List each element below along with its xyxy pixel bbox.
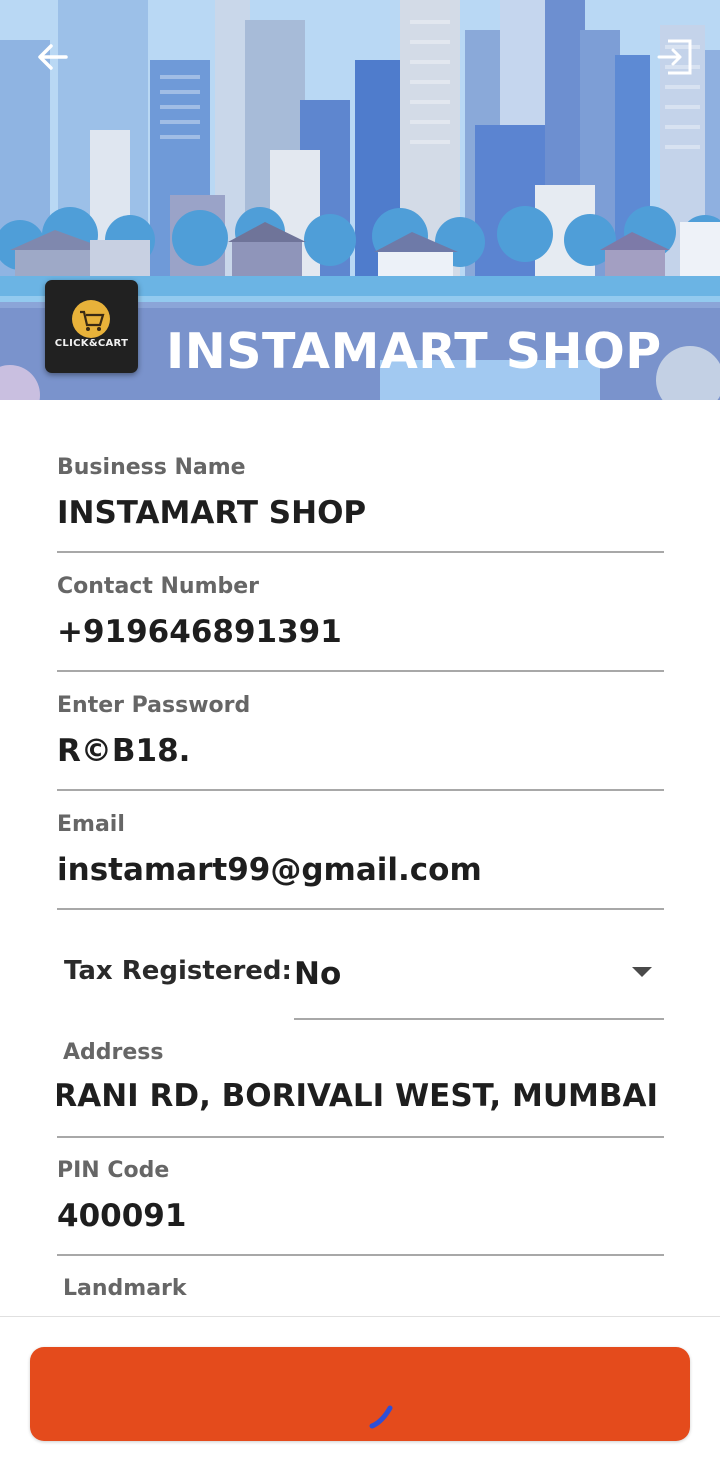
- contact-number-field[interactable]: Contact Number +919646891391: [57, 574, 664, 672]
- header-banner: CLICK&CART INSTAMART SHOP: [0, 0, 720, 400]
- business-name-label: Business Name: [57, 455, 246, 480]
- email-field[interactable]: Email instamart99@gmail.com: [57, 812, 664, 910]
- email-label: Email: [57, 812, 125, 837]
- logo-text: CLICK&CART: [54, 338, 129, 349]
- tax-registered-label: Tax Registered:: [64, 956, 292, 986]
- landmark-label: Landmark: [63, 1276, 187, 1301]
- business-name-input[interactable]: INSTAMART SHOP: [57, 495, 366, 531]
- password-label: Enter Password: [57, 693, 251, 718]
- tax-registered-value: No: [294, 956, 342, 992]
- shop-logo: CLICK&CART: [45, 280, 138, 373]
- logout-button[interactable]: [650, 32, 700, 82]
- chevron-down-icon: [632, 967, 652, 977]
- back-button[interactable]: [30, 34, 76, 80]
- cart-icon: [72, 300, 110, 338]
- password-field[interactable]: Enter Password R©B18.: [57, 693, 664, 791]
- password-input[interactable]: R©B18.: [57, 733, 190, 769]
- loading-spinner-icon: [369, 1405, 393, 1429]
- business-name-field[interactable]: Business Name INSTAMART SHOP: [57, 455, 664, 553]
- pin-code-label: PIN Code: [57, 1158, 170, 1183]
- shop-title: INSTAMART SHOP: [166, 323, 662, 380]
- address-label: Address: [63, 1040, 164, 1065]
- address-field[interactable]: Address GORANI RD, BORIVALI WEST, MUMBAI: [57, 1040, 664, 1138]
- tax-registered-select[interactable]: No: [294, 944, 664, 1020]
- email-input[interactable]: instamart99@gmail.com: [57, 852, 482, 888]
- arrow-left-icon: [38, 44, 68, 70]
- pin-code-input[interactable]: 400091: [57, 1198, 186, 1234]
- logout-icon: [657, 39, 692, 75]
- address-input[interactable]: GORANI RD, BORIVALI WEST, MUMBAI: [57, 1078, 658, 1114]
- pin-code-field[interactable]: PIN Code 400091: [57, 1158, 664, 1256]
- submit-button[interactable]: [30, 1347, 690, 1441]
- contact-number-label: Contact Number: [57, 574, 260, 599]
- contact-number-input[interactable]: +919646891391: [57, 614, 342, 650]
